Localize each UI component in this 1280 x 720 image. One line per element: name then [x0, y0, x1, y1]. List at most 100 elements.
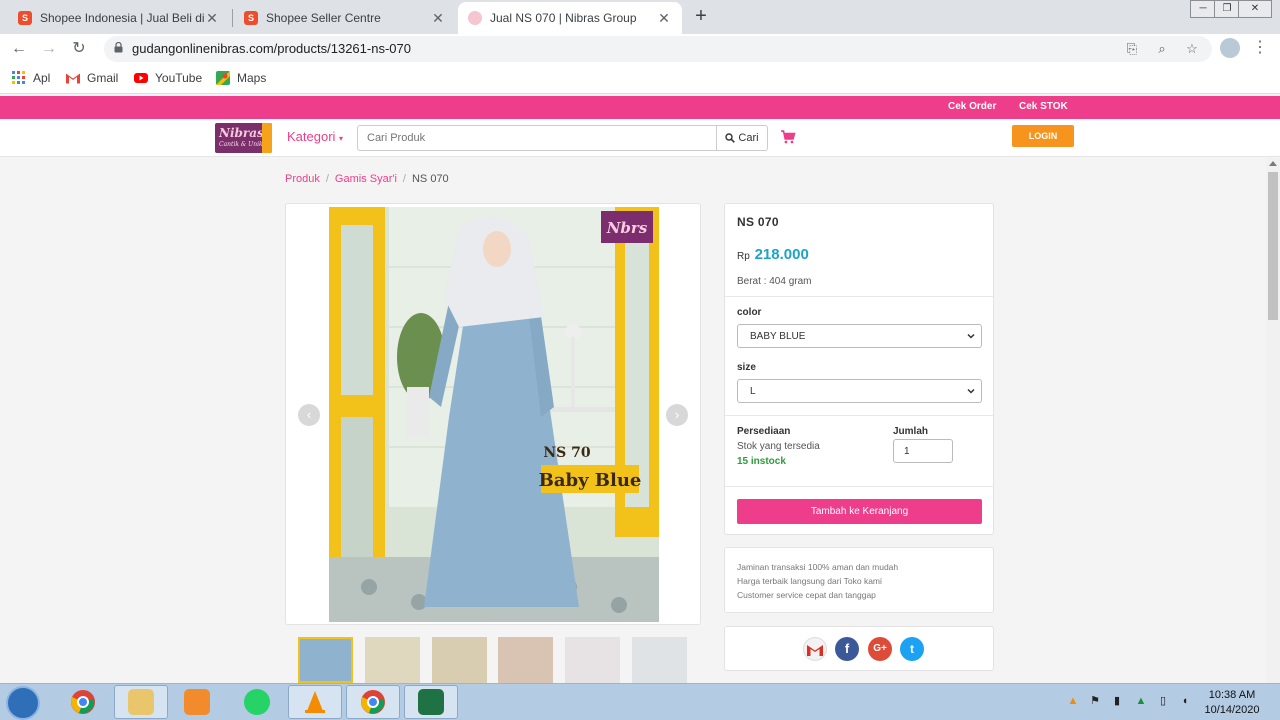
youtube-icon — [134, 73, 148, 83]
thumbnail[interactable] — [498, 637, 553, 683]
price-value: 218.000 — [754, 246, 809, 263]
search-box — [357, 125, 717, 151]
search-input[interactable] — [358, 126, 716, 150]
add-to-cart-button[interactable]: Tambah ke Keranjang — [737, 499, 982, 524]
tab-title: Shopee Indonesia | Jual Beli di Po — [40, 11, 204, 25]
thumbnail[interactable] — [632, 637, 687, 683]
site-top-bar: Cek Order Cek STOK — [0, 96, 1280, 119]
browser-menu-icon[interactable]: ⋮ — [1252, 38, 1268, 60]
address-bar[interactable]: gudangonlinenibras.com/products/13261-ns… — [104, 36, 1212, 62]
system-clock[interactable]: 10:38 AM 10/14/2020 — [1200, 688, 1264, 718]
flag-tray-icon[interactable]: ⚑ — [1088, 694, 1102, 708]
page-scrollbar[interactable] — [1266, 158, 1280, 683]
size-select-value: L — [750, 386, 756, 397]
stock-value: 15 instock — [737, 456, 786, 467]
gmail-icon — [66, 73, 80, 84]
prev-image-arrow-icon[interactable]: ‹ — [298, 404, 320, 426]
search-button[interactable]: Cari — [716, 125, 768, 151]
taskbar-chrome[interactable] — [56, 685, 110, 719]
bookmark-maps[interactable]: Maps — [216, 71, 266, 85]
clock-date: 10/14/2020 — [1204, 704, 1260, 716]
taskbar-chrome-active[interactable] — [346, 685, 400, 719]
chevron-down-icon — [967, 388, 975, 394]
clock-time: 10:38 AM — [1208, 689, 1256, 701]
product-price: Rp 218.000 — [737, 246, 809, 263]
size-select[interactable]: L — [737, 379, 982, 403]
google-plus-share-icon[interactable]: G+ — [868, 637, 892, 661]
vlc-tray-icon[interactable]: ▲ — [1066, 694, 1080, 708]
minimize-icon[interactable]: ─ — [1190, 0, 1216, 18]
tab-shopee-seller-centre[interactable]: S Shopee Seller Centre ✕ — [234, 2, 456, 34]
site-header: Nibras Cantik & Unik Kategori ▾ Cari LOG… — [0, 119, 1280, 157]
thumbnail[interactable] — [365, 637, 420, 683]
product-photo[interactable]: Nbrs NS 70 Baby Blue — [329, 207, 659, 622]
translate-icon[interactable]: ⎘ — [1122, 39, 1142, 59]
close-icon[interactable]: ✕ — [430, 10, 446, 27]
back-icon[interactable]: ← — [8, 38, 30, 60]
qty-label: Jumlah — [893, 426, 929, 437]
tab-title: Shopee Seller Centre — [266, 11, 381, 25]
bookmark-apps[interactable]: Apl — [12, 71, 50, 85]
tab-shopee-indonesia[interactable]: S Shopee Indonesia | Jual Beli di Po ✕ — [8, 2, 230, 34]
next-image-arrow-icon[interactable]: › — [666, 404, 688, 426]
tab-nibras-active[interactable]: Jual NS 070 | Nibras Group ✕ — [458, 2, 682, 34]
bookmark-star-icon[interactable]: ☆ — [1182, 39, 1202, 59]
shopee-icon: S — [244, 11, 258, 25]
login-button[interactable]: LOGIN — [1012, 125, 1074, 147]
cart-icon[interactable] — [780, 129, 796, 145]
signal-tray-icon[interactable]: ▮ — [1110, 694, 1124, 708]
taskbar-explorer[interactable] — [114, 685, 168, 719]
bookmark-youtube[interactable]: YouTube — [134, 71, 202, 85]
cek-order-link[interactable]: Cek Order — [948, 101, 996, 112]
restore-icon[interactable]: ❐ — [1214, 0, 1240, 18]
kategori-dropdown[interactable]: Kategori ▾ — [287, 129, 343, 144]
forward-icon[interactable]: → — [38, 38, 60, 60]
profile-avatar[interactable] — [1220, 38, 1240, 58]
drive-tray-icon[interactable]: ▲ — [1134, 694, 1148, 708]
thumbnail[interactable] — [565, 637, 620, 683]
bookmark-label: YouTube — [155, 71, 203, 85]
thumbnail[interactable] — [432, 637, 487, 683]
bookmarks-bar: Apl Gmail YouTube Maps — [0, 64, 1280, 94]
breadcrumb-produk[interactable]: Produk — [285, 173, 320, 185]
whatsapp-icon — [244, 689, 270, 715]
chrome-icon — [71, 690, 95, 714]
volume-tray-icon[interactable]: ◖ — [1178, 694, 1192, 708]
scrollbar-thumb[interactable] — [1268, 172, 1278, 320]
window-close-icon[interactable]: ✕ — [1238, 0, 1272, 18]
battery-tray-icon[interactable]: ▯ — [1156, 694, 1170, 708]
url-text: gudangonlinenibras.com/products/13261-ns… — [132, 41, 411, 56]
thumbnail[interactable] — [298, 637, 353, 683]
color-select[interactable]: BABY BLUE — [737, 324, 982, 348]
guarantee-item: Harga terbaik langsung dari Toko kami — [737, 576, 882, 586]
caret-down-icon: ▾ — [339, 134, 344, 143]
taskbar-media-player[interactable] — [170, 685, 224, 719]
share-card: f G+ t — [724, 626, 994, 671]
cek-stok-link[interactable]: Cek STOK — [1019, 101, 1068, 112]
bookmark-gmail[interactable]: Gmail — [66, 71, 118, 85]
svg-text:Nbrs: Nbrs — [606, 219, 648, 237]
maps-icon — [216, 71, 230, 85]
breadcrumb-current: NS 070 — [411, 173, 449, 185]
gmail-share-icon[interactable] — [803, 637, 827, 661]
product-weight: Berat : 404 gram — [737, 276, 812, 287]
nibras-logo[interactable]: Nibras Cantik & Unik — [215, 123, 272, 153]
new-tab-icon[interactable]: + — [690, 4, 712, 28]
twitter-share-icon[interactable]: t — [900, 637, 924, 661]
taskbar-excel[interactable] — [404, 685, 458, 719]
qty-input[interactable]: 1 — [893, 439, 953, 463]
reload-icon[interactable]: ↻ — [68, 38, 90, 60]
taskbar-vlc[interactable] — [288, 685, 342, 719]
close-icon[interactable]: ✕ — [656, 10, 672, 27]
shopee-icon: S — [18, 11, 32, 25]
bookmark-label: Maps — [237, 71, 267, 85]
breadcrumb-gamis-syari[interactable]: Gamis Syar'i — [335, 173, 397, 185]
nibras-favicon-icon — [468, 11, 482, 25]
close-icon[interactable]: ✕ — [204, 10, 220, 27]
guarantee-item: Jaminan transaksi 100% aman dan mudah — [737, 562, 899, 572]
start-button-icon[interactable] — [6, 686, 40, 720]
guarantee-item: Customer service cepat dan tanggap — [737, 590, 876, 600]
zoom-icon[interactable]: ⌕ — [1152, 39, 1172, 59]
taskbar-whatsapp[interactable] — [230, 685, 284, 719]
facebook-share-icon[interactable]: f — [835, 637, 859, 661]
